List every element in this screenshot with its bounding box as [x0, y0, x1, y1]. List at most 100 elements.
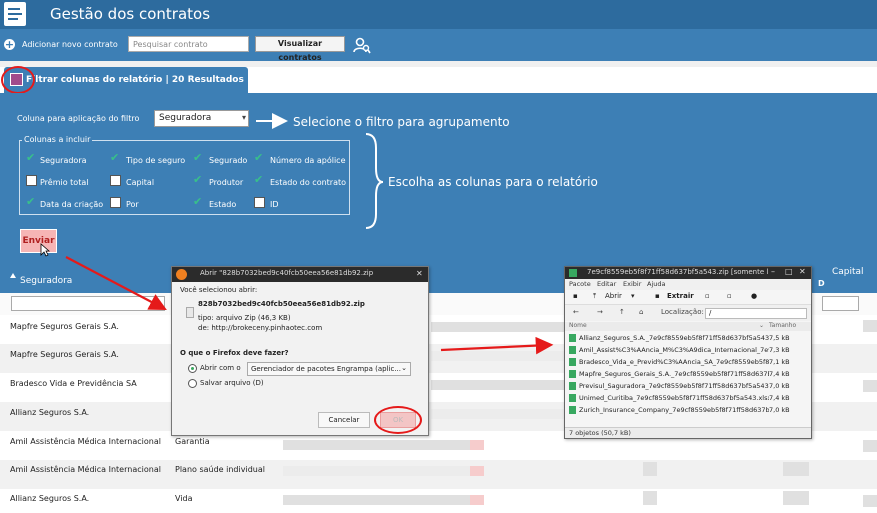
archive-statusbar: 7 objetos (50,7 kB) [565, 427, 811, 438]
chevron-down-icon: ▾ [241, 113, 246, 122]
checkbox-label-tipo-seguro: Tipo de seguro [126, 156, 186, 165]
cell-seguradora: Allianz Seguros S.A. [10, 494, 90, 503]
spreadsheet-icon [569, 370, 576, 378]
close-icon[interactable]: ✕ [799, 267, 806, 276]
save-file-radio[interactable] [188, 379, 197, 388]
contracts-logo-icon [4, 2, 26, 26]
filter-column-select[interactable]: Seguradora ▾ [154, 110, 249, 127]
open-with-radio[interactable] [188, 364, 197, 373]
page-title: Gestão dos contratos [50, 5, 211, 23]
add-contract-link[interactable]: Adicionar novo contrato [22, 40, 118, 49]
columns-fieldset: Colunas a incluir Seguradora Tipo de seg… [19, 135, 350, 215]
checkbox-estado[interactable] [193, 195, 204, 208]
archive-file-row[interactable]: Unimed_Curitiba_7e9cf8559eb5f8f71ff58d63… [565, 392, 811, 404]
columns-legend: Colunas a incluir [22, 135, 93, 144]
filter-seguradora-input[interactable] [11, 296, 165, 311]
archive-file-row[interactable]: Previsul_Saguradora_7e9cf8559eb5f8f71ff5… [565, 380, 811, 392]
archive-file-size: 7,1 kB [769, 358, 790, 366]
tab-filter-columns[interactable]: Filtrar colunas do relatório | 20 Result… [4, 67, 248, 93]
column-size[interactable]: Tamanho [769, 322, 796, 329]
app-select-value: Gerenciador de pacotes Engrampa (aplic..… [251, 365, 401, 373]
menu-ajuda[interactable]: Ajuda [647, 280, 665, 288]
checkbox-data-criacao[interactable] [26, 195, 37, 208]
dialog-title: Abrir "828b7032bed9c40fcb50eea56e81db92.… [200, 269, 374, 277]
archive-file-name: Allianz_Seguros_S.A._7e9cf8559eb5f8f71ff… [579, 334, 769, 342]
annotation-circle-tab [1, 66, 35, 94]
spreadsheet-icon [569, 406, 576, 414]
extract-icon[interactable]: ▪ [655, 292, 660, 300]
add-folder-icon[interactable]: ▫ [727, 292, 732, 300]
back-icon[interactable]: ← [573, 308, 579, 316]
tab-label: Filtrar colunas do relatório [26, 75, 163, 85]
checkbox-por[interactable] [110, 197, 121, 208]
maximize-icon[interactable]: □ [785, 267, 793, 276]
location-field[interactable]: / [705, 308, 807, 319]
archive-menubar: Pacote Editar Exibir Ajuda [565, 279, 811, 290]
archive-status-text: 7 objetos (50,7 kB) [569, 429, 631, 437]
column-header-seguradora[interactable]: Seguradora [20, 276, 72, 286]
checkbox-label-seguradora: Seguradora [40, 156, 87, 165]
cell-tipo: Plano saúde individual [175, 465, 265, 474]
annotation-circle-ok [374, 406, 422, 434]
extract-button[interactable]: Extrair [667, 292, 694, 300]
up-icon[interactable]: ↑ [619, 308, 625, 316]
checkbox-label-premio-total: Prêmio total [40, 178, 89, 187]
stop-icon[interactable]: ● [751, 292, 757, 300]
capital-header-mark: D [818, 279, 825, 288]
archive-file-row[interactable]: Allianz_Seguros_S.A._7e9cf8559eb5f8f71ff… [565, 332, 811, 344]
send-button[interactable]: Enviar [20, 229, 57, 253]
chevron-down-icon[interactable]: ▾ [631, 292, 635, 300]
checkbox-estado-contrato[interactable] [254, 173, 265, 186]
checkbox-label-segurado: Segurado [209, 156, 248, 165]
home-icon[interactable]: ⌂ [639, 308, 643, 316]
redacted-block [470, 495, 484, 505]
archive-file-row[interactable]: Bradesco_Vida_e_Previd%C3%AAncia_SA_7e9c… [565, 356, 811, 368]
checkbox-produtor[interactable] [193, 173, 204, 186]
sort-arrow-icon[interactable] [9, 272, 17, 280]
toolbar: + Adicionar novo contrato Visualizar con… [0, 29, 877, 62]
open-archive-button[interactable]: Abrir [605, 292, 622, 300]
archive-file-name: Mapfre_Seguros_Gerais_S.A._7e9cf8559eb5f… [579, 370, 769, 378]
archive-file-name: Unimed_Curitiba_7e9cf8559eb5f8f71ff58d63… [579, 394, 769, 402]
cancel-button[interactable]: Cancelar [318, 412, 370, 428]
archive-file-row[interactable]: Zurich_Insurance_Company_7e9cf8559eb5f8f… [565, 404, 811, 416]
view-contracts-button[interactable]: Visualizar contratos [255, 36, 345, 62]
menu-editar[interactable]: Editar [597, 280, 616, 288]
add-contract-icon[interactable]: + [4, 39, 15, 50]
filter-capital-input[interactable] [822, 296, 859, 311]
checkbox-label-id: ID [270, 200, 279, 209]
minimize-icon[interactable]: – [771, 267, 775, 276]
column-header-capital[interactable]: Capital D [818, 265, 877, 293]
add-files-icon[interactable]: ▫ [705, 292, 710, 300]
redacted-block [431, 322, 564, 332]
archive-file-name: Bradesco_Vida_e_Previd%C3%AAncia_SA_7e9c… [579, 358, 769, 366]
menu-pacote[interactable]: Pacote [569, 280, 591, 288]
open-archive-icon[interactable]: ⤒ [593, 292, 596, 301]
checkbox-capital[interactable] [110, 175, 121, 186]
menu-exibir[interactable]: Exibir [623, 280, 641, 288]
user-search-icon[interactable] [353, 36, 371, 54]
checkbox-label-estado-contrato: Estado do contrato [270, 178, 347, 187]
checkbox-seguradora[interactable] [26, 151, 37, 164]
forward-icon[interactable]: → [597, 308, 603, 316]
archive-file-row[interactable]: Amil_Assist%C3%AAncia_M%C3%A9dica_Intern… [565, 344, 811, 356]
spreadsheet-icon [569, 358, 576, 366]
checkbox-id[interactable] [254, 197, 265, 208]
checkbox-numero-apolice[interactable] [254, 151, 265, 164]
grouping-note: Selecione o filtro para agrupamento [293, 115, 510, 129]
location-label: Localização: [661, 308, 704, 316]
new-archive-icon[interactable]: ▪ [573, 292, 578, 300]
column-name[interactable]: Nome [569, 322, 587, 329]
redacted-block [783, 491, 809, 505]
redacted-block [283, 495, 473, 505]
cell-seguradora: Amil Assistência Médica Internacional [10, 465, 161, 474]
search-contract-input[interactable] [128, 36, 249, 52]
archive-file-size: 7,3 kB [769, 346, 790, 354]
archive-file-row[interactable]: Mapfre_Seguros_Gerais_S.A._7e9cf8559eb5f… [565, 368, 811, 380]
checkbox-premio-total[interactable] [26, 175, 37, 186]
app-select[interactable]: Gerenciador de pacotes Engrampa (aplic..… [247, 362, 411, 376]
checkbox-tipo-seguro[interactable] [110, 151, 121, 164]
close-icon[interactable]: ✕ [416, 269, 423, 278]
checkbox-label-estado: Estado [209, 200, 237, 209]
checkbox-segurado[interactable] [193, 151, 204, 164]
